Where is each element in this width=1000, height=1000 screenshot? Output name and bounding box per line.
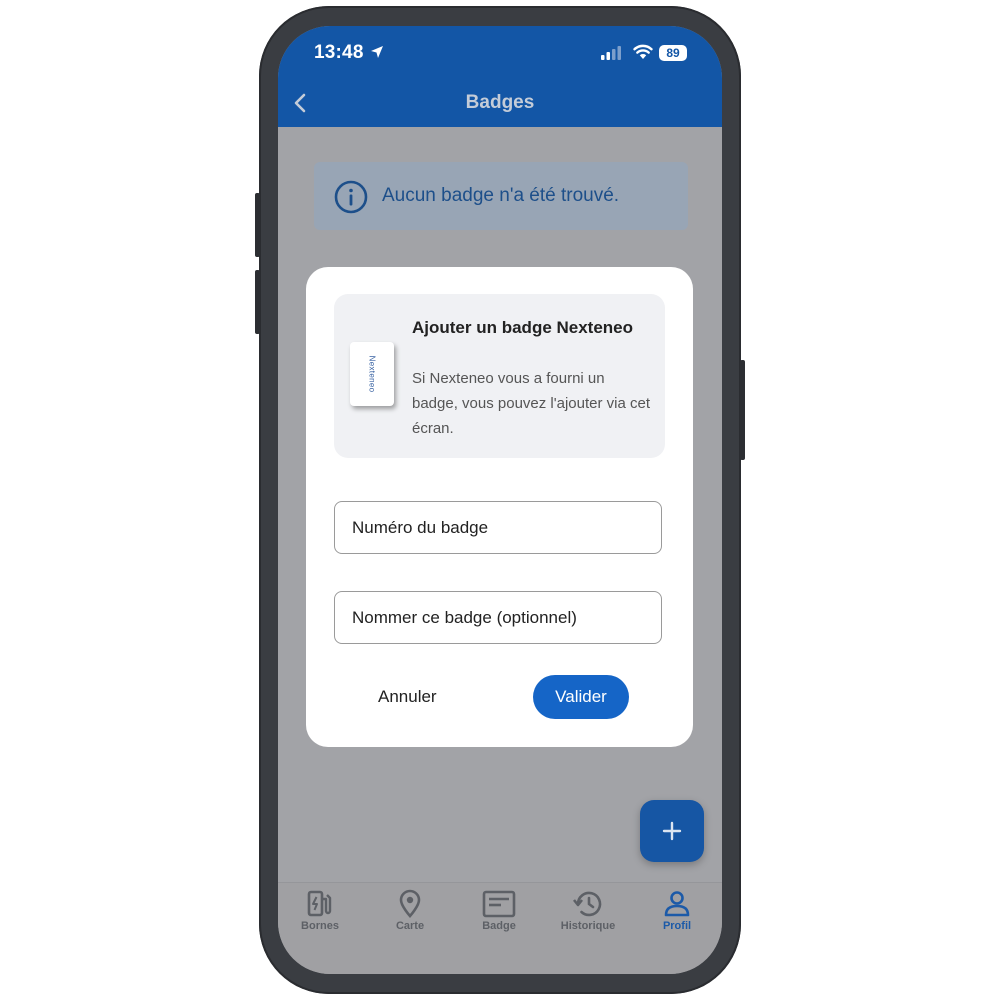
nav-label-bornes: Bornes [301,920,339,932]
badge-brand-text: Nexteneo [367,355,377,393]
badge-info-card: Nexteneo Ajouter un badge Nexteneo Si Ne… [334,294,665,458]
badge-name-field[interactable] [334,591,662,644]
charging-station-icon [307,890,332,917]
location-arrow-icon [371,46,383,58]
nav-item-profil[interactable]: Profil [637,889,717,945]
user-icon [664,891,690,917]
nav-item-historique[interactable]: Historique [548,889,628,945]
nav-label-profil: Profil [662,920,692,932]
phone-side-button [255,270,260,334]
add-badge-modal: Nexteneo Ajouter un badge Nexteneo Si Ne… [306,267,693,747]
info-banner: Aucun badge n'a été trouvé. [314,162,688,230]
info-icon [334,180,368,214]
phone-side-button [255,193,260,257]
validate-button[interactable]: Valider [533,675,629,719]
phone-power-button [740,360,745,460]
bottom-nav: Bornes Carte Badge Historique Profil [278,882,722,974]
badge-card-image: Nexteneo [350,342,394,406]
cancel-button[interactable]: Annuler [361,680,461,714]
battery-indicator: 89 [659,45,687,61]
app-screen: 13:48 89 Badges Aucun badge n'a été trou… [278,26,722,974]
badge-card-icon [482,890,516,918]
status-time: 13:48 [314,42,364,63]
nav-label-carte: Carte [395,920,425,932]
badge-name-input[interactable] [352,592,652,643]
card-description: Si Nexteneo vous a fourni un badge, vous… [412,370,651,437]
badge-number-input[interactable] [352,502,652,553]
page-title: Badges [465,92,535,113]
badge-number-field[interactable] [334,501,662,554]
app-header: 13:48 89 Badges [278,26,722,127]
nav-item-bornes[interactable]: Bornes [280,889,360,945]
info-banner-text: Aucun badge n'a été trouvé. [382,185,620,206]
nav-label-badge: Badge [482,920,516,932]
card-title: Ajouter un badge Nexteneo [412,318,634,337]
map-pin-icon [399,889,421,918]
nav-item-badge[interactable]: Badge [459,889,539,945]
nav-label-historique: Historique [560,920,616,932]
signal-icon [601,46,621,60]
wifi-icon [633,44,653,59]
nav-item-carte[interactable]: Carte [370,889,450,945]
plus-icon [662,821,682,841]
add-badge-fab[interactable] [640,800,704,862]
history-icon [572,891,602,917]
